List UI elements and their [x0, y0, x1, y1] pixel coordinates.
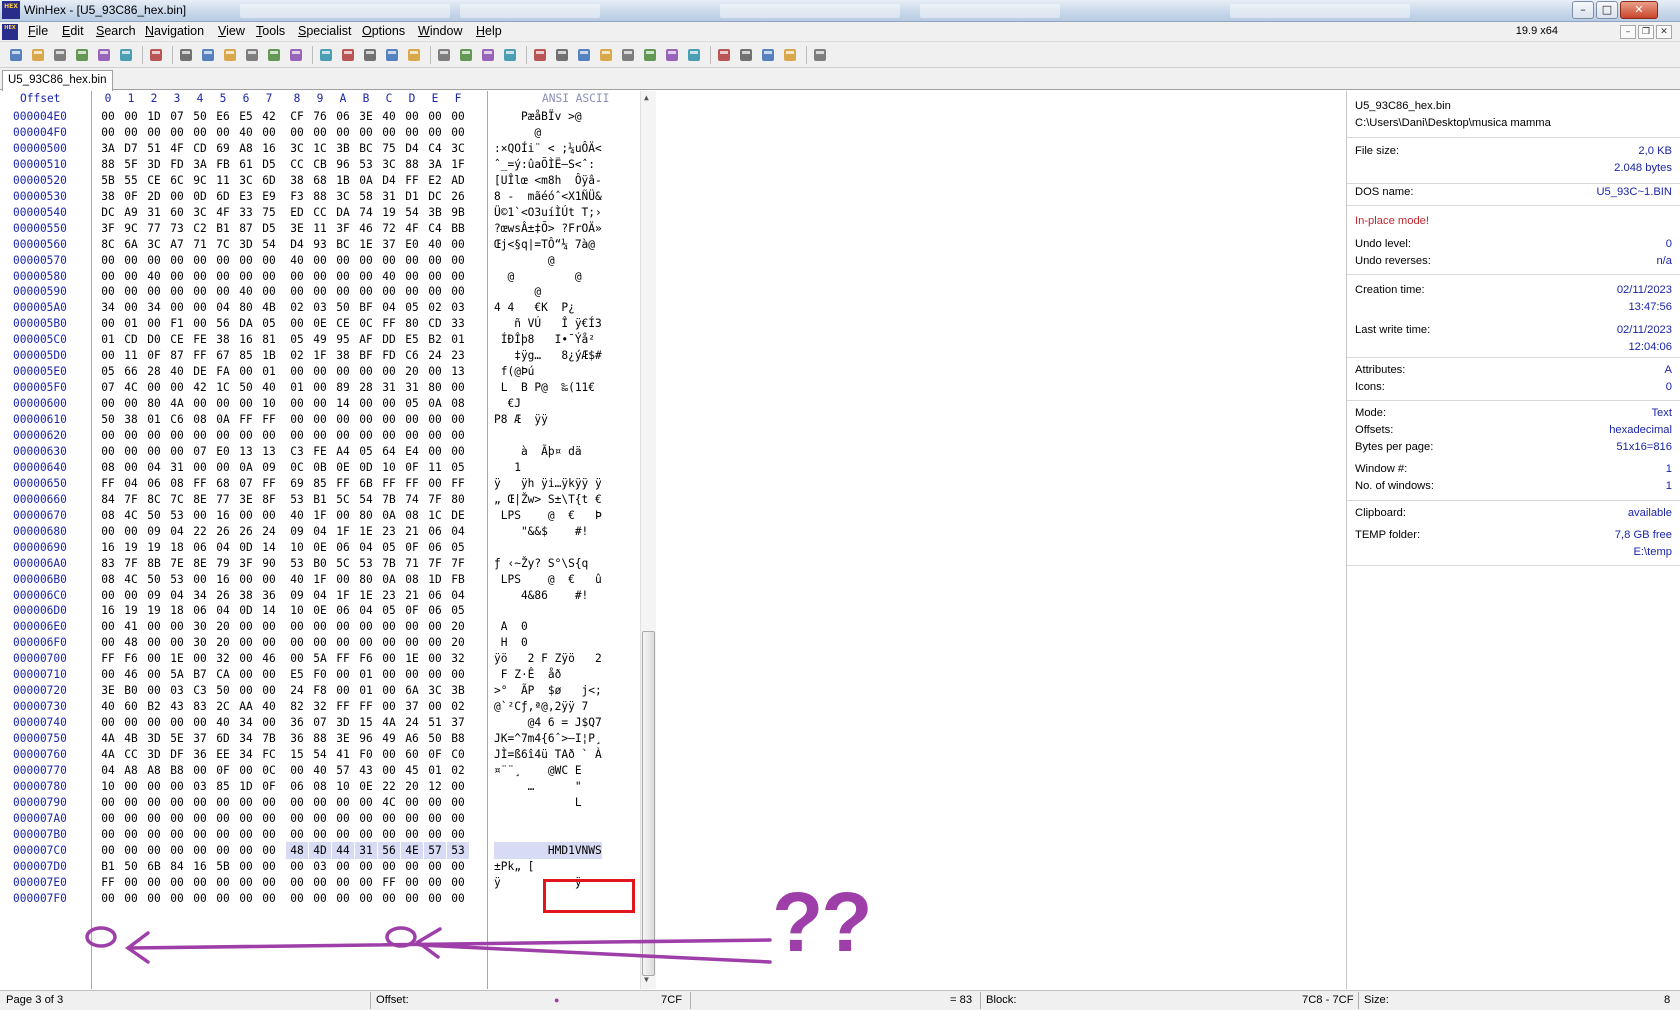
status-page: Page 3 of 3 — [6, 994, 64, 1006]
status-value: = 83 — [950, 994, 973, 1006]
section-divider — [1347, 565, 1680, 566]
inplace-mode-warning: In-place mode! — [1355, 215, 1430, 227]
cursor-dot-icon: ● — [554, 995, 560, 1005]
status-offset-value[interactable]: 7CF — [661, 994, 682, 1006]
arrow-shaft-short — [418, 943, 772, 964]
clipboard-value: available — [1627, 507, 1672, 519]
section-divider — [1347, 357, 1680, 358]
bytes-per-page-label: Bytes per page: — [1355, 441, 1434, 453]
offsets-value: hexadecimal — [1609, 424, 1672, 436]
status-divider — [980, 992, 981, 1009]
status-size-value: 8 — [1664, 994, 1671, 1006]
status-block-label: Block: — [986, 994, 1017, 1006]
icons-value: 0 — [1665, 381, 1672, 393]
windows-count-value: 1 — [1665, 480, 1672, 492]
creation-time: 13:47:56 — [1628, 301, 1672, 313]
section-divider — [1347, 274, 1680, 275]
creation-date: 02/11/2023 — [1616, 284, 1672, 296]
bytes-per-page-value: 51x16=816 — [1616, 441, 1672, 453]
info-filename: U5_93C86_hex.bin — [1355, 100, 1451, 112]
circle-ff-left — [85, 926, 117, 948]
mode-label: Mode: — [1355, 407, 1387, 419]
status-divider — [1358, 992, 1359, 1009]
temp-free-value: 7,8 GB free — [1614, 529, 1672, 541]
mode-value: Text — [1651, 407, 1672, 419]
dos-name-label: DOS name: — [1355, 186, 1414, 198]
file-size-kb: 2,0 KB — [1638, 145, 1672, 157]
last-write-date: 02/11/2023 — [1616, 324, 1672, 336]
status-bar: Page 3 of 3 Offset: ● 7CF = 83 Block: 7C… — [0, 990, 1680, 1010]
temp-folder-label: TEMP folder: — [1355, 529, 1421, 541]
windows-count-label: No. of windows: — [1355, 480, 1434, 492]
question-marks: ?? — [772, 875, 873, 969]
temp-path-value: E:\temp — [1633, 546, 1672, 558]
icons-label: Icons: — [1355, 381, 1385, 393]
section-divider — [1347, 500, 1680, 501]
status-divider — [690, 992, 691, 1009]
window-number-label: Window #: — [1355, 463, 1408, 475]
last-write-label: Last write time: — [1355, 324, 1431, 336]
file-size-label: File size: — [1355, 145, 1400, 157]
undo-reverses-value: n/a — [1656, 255, 1672, 267]
section-divider — [1347, 137, 1680, 138]
undo-level-label: Undo level: — [1355, 238, 1411, 250]
clipboard-label: Clipboard: — [1355, 507, 1406, 519]
status-divider — [370, 992, 371, 1009]
section-divider — [1347, 205, 1680, 206]
dos-name-value: U5_93C~1.BIN — [1596, 186, 1672, 198]
last-write-time: 12:04:06 — [1628, 341, 1672, 353]
window-number-value: 1 — [1665, 463, 1672, 475]
status-size-label: Size: — [1364, 994, 1389, 1006]
section-divider — [1347, 400, 1680, 401]
undo-reverses-label: Undo reverses: — [1355, 255, 1431, 267]
status-block-value[interactable]: 7C8 - 7CF — [1302, 994, 1354, 1006]
info-path: C:\Users\Dani\Desktop\musica mamma — [1355, 117, 1551, 129]
offsets-label: Offsets: — [1355, 424, 1394, 436]
creation-time-label: Creation time: — [1355, 284, 1425, 296]
undo-level-value: 0 — [1665, 238, 1672, 250]
status-offset-label: Offset: — [376, 994, 409, 1006]
info-panel: U5_93C86_hex.bin C:\Users\Dani\Desktop\m… — [1346, 91, 1680, 989]
file-size-bytes: 2.048 bytes — [1614, 162, 1672, 174]
attributes-value: A — [1664, 364, 1672, 376]
attributes-label: Attributes: — [1355, 364, 1406, 376]
section-divider — [1347, 183, 1680, 184]
